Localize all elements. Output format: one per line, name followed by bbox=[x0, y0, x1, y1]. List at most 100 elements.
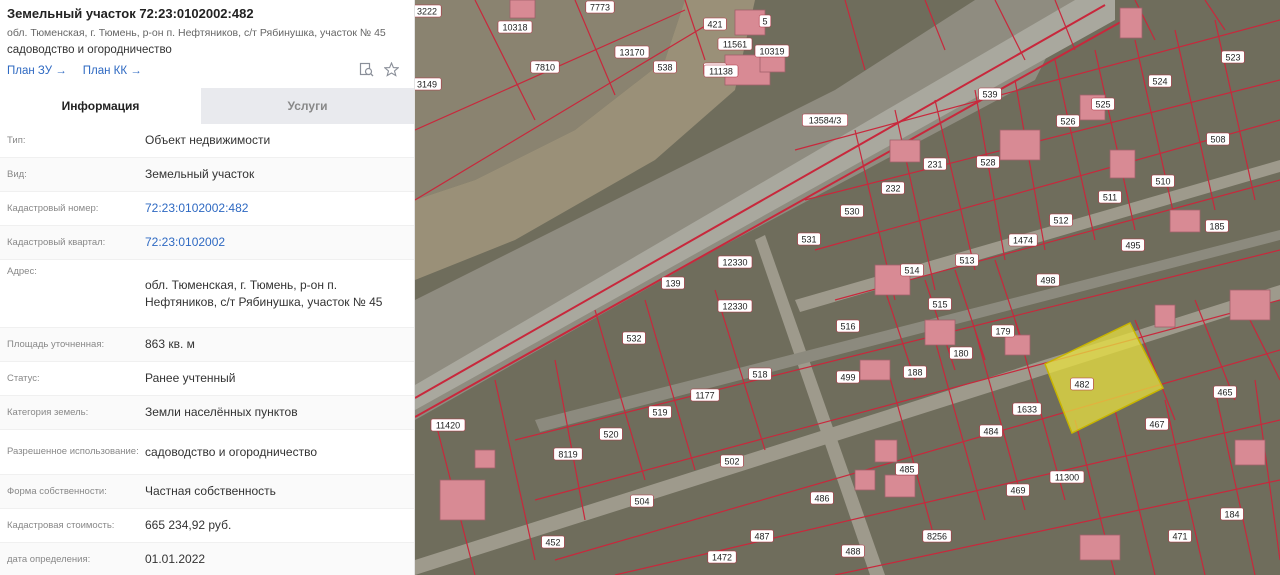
search-document-icon[interactable] bbox=[359, 62, 374, 80]
parcel-label[interactable]: 3222 bbox=[415, 4, 442, 18]
parcel-label-text: 7773 bbox=[590, 3, 610, 13]
tabs: Информация Услуги bbox=[0, 88, 414, 124]
parcel-label[interactable]: 3149 bbox=[415, 77, 442, 91]
parcel-label[interactable]: 510 bbox=[1151, 174, 1175, 188]
parcel-label[interactable]: 531 bbox=[797, 232, 821, 246]
table-row: Вид: Земельный участок bbox=[0, 158, 414, 192]
parcel-label[interactable]: 7773 bbox=[585, 0, 615, 14]
row-label: Статус: bbox=[7, 372, 40, 384]
parcel-label[interactable]: 231 bbox=[923, 157, 947, 171]
parcel-label[interactable]: 185 bbox=[1205, 219, 1229, 233]
tab-services[interactable]: Услуги bbox=[201, 88, 414, 124]
parcel-label-text: 488 bbox=[845, 547, 860, 557]
parcel-label[interactable]: 8256 bbox=[922, 529, 952, 543]
parcel-label-text: 1472 bbox=[712, 553, 732, 563]
parcel-label[interactable]: 519 bbox=[648, 405, 672, 419]
parcel-label[interactable]: 524 bbox=[1148, 74, 1172, 88]
parcel-label-text: 13584/3 bbox=[809, 116, 842, 126]
parcel-label[interactable]: 499 bbox=[836, 370, 860, 384]
parcel-label[interactable]: 539 bbox=[978, 87, 1002, 101]
parcel-label-text: 3149 bbox=[417, 80, 437, 90]
plan-zu-link[interactable]: План ЗУ → bbox=[7, 65, 67, 77]
parcel-label[interactable]: 495 bbox=[1121, 238, 1145, 252]
parcel-label[interactable]: 10318 bbox=[497, 20, 533, 34]
parcel-label-text: 7810 bbox=[535, 63, 555, 73]
parcel-label[interactable]: 8119 bbox=[553, 447, 583, 461]
parcel-label[interactable]: 1633 bbox=[1012, 402, 1042, 416]
tab-info[interactable]: Информация bbox=[0, 88, 201, 124]
parcel-label[interactable]: 530 bbox=[840, 204, 864, 218]
parcel-label[interactable]: 180 bbox=[949, 346, 973, 360]
parcel-label[interactable]: 184 bbox=[1220, 507, 1244, 521]
parcel-label[interactable]: 11300 bbox=[1049, 470, 1085, 484]
parcel-label[interactable]: 487 bbox=[750, 529, 774, 543]
panel-header: Земельный участок 72:23:0102002:482 обл.… bbox=[0, 0, 414, 88]
parcel-label[interactable]: 520 bbox=[599, 427, 623, 441]
table-row: Разрешенное использование: садоводство и… bbox=[0, 430, 414, 475]
parcel-label[interactable]: 13584/3 bbox=[802, 113, 848, 127]
house-roof bbox=[1004, 334, 1031, 356]
parcel-label[interactable]: 179 bbox=[991, 324, 1015, 338]
parcel-label[interactable]: 469 bbox=[1006, 483, 1030, 497]
parcel-label[interactable]: 488 bbox=[841, 544, 865, 558]
parcel-label[interactable]: 502 bbox=[720, 454, 744, 468]
parcel-label[interactable]: 471 bbox=[1168, 529, 1192, 543]
parcel-label-text: 184 bbox=[1224, 510, 1239, 520]
parcel-label[interactable]: 513 bbox=[955, 253, 979, 267]
parcel-label[interactable]: 523 bbox=[1221, 50, 1245, 64]
parcel-label[interactable]: 12330 bbox=[717, 255, 753, 269]
parcel-label[interactable]: 498 bbox=[1036, 273, 1060, 287]
parcel-label[interactable]: 232 bbox=[881, 181, 905, 195]
parcel-label[interactable]: 139 bbox=[661, 276, 685, 290]
parcel-label[interactable]: 5 bbox=[758, 14, 772, 28]
parcel-label[interactable]: 482 bbox=[1070, 377, 1094, 391]
parcel-label[interactable]: 485 bbox=[895, 462, 919, 476]
parcel-label[interactable]: 508 bbox=[1206, 132, 1230, 146]
parcel-label[interactable]: 511 bbox=[1098, 190, 1122, 204]
parcel-label[interactable]: 188 bbox=[903, 365, 927, 379]
parcel-label[interactable]: 1474 bbox=[1008, 233, 1038, 247]
map-canvas[interactable]: 3222103187773421511561131701031953852278… bbox=[415, 0, 1280, 575]
parcel-label-text: 495 bbox=[1125, 241, 1140, 251]
parcel-label-text: 179 bbox=[995, 327, 1010, 337]
parcel-label[interactable]: 13170 bbox=[614, 45, 650, 59]
parcel-label[interactable]: 465 bbox=[1213, 385, 1237, 399]
parcel-label[interactable]: 526 bbox=[1056, 114, 1080, 128]
parcel-label[interactable]: 11138 bbox=[703, 64, 739, 78]
star-icon[interactable] bbox=[383, 61, 400, 80]
cadastral-quarter-link[interactable]: 72:23:0102002 bbox=[145, 234, 414, 251]
parcel-label[interactable]: 467 bbox=[1145, 417, 1169, 431]
plan-kk-link[interactable]: План КК → bbox=[83, 65, 142, 77]
parcel-label[interactable]: 12330 bbox=[717, 299, 753, 313]
parcel-label[interactable]: 421 bbox=[703, 17, 727, 31]
table-row: Кадастровый номер: 72:23:0102002:482 bbox=[0, 192, 414, 226]
cadastral-number-link[interactable]: 72:23:0102002:482 bbox=[145, 200, 414, 217]
house-roof bbox=[1079, 534, 1121, 561]
house-roof bbox=[924, 319, 956, 346]
parcel-label[interactable]: 525 bbox=[1091, 97, 1115, 111]
parcel-label[interactable]: 512 bbox=[1049, 213, 1073, 227]
parcel-label[interactable]: 484 bbox=[979, 424, 1003, 438]
parcel-label[interactable]: 538 bbox=[653, 60, 677, 74]
parcel-label-text: 8119 bbox=[558, 450, 577, 460]
parcel-label[interactable]: 1177 bbox=[690, 388, 720, 402]
parcel-label[interactable]: 11561 bbox=[717, 37, 753, 51]
parcel-label[interactable]: 452 bbox=[541, 535, 565, 549]
parcel-label[interactable]: 504 bbox=[630, 494, 654, 508]
parcel-label-text: 231 bbox=[927, 160, 942, 170]
parcel-label[interactable]: 514 bbox=[900, 263, 924, 277]
parcel-label[interactable]: 518 bbox=[748, 367, 772, 381]
parcel-label-text: 467 bbox=[1149, 420, 1164, 430]
page-title: Земельный участок 72:23:0102002:482 bbox=[7, 6, 254, 21]
parcel-label[interactable]: 486 bbox=[810, 491, 834, 505]
parcel-label[interactable]: 532 bbox=[622, 331, 646, 345]
parcel-label[interactable]: 528 bbox=[976, 155, 1000, 169]
parcel-label[interactable]: 515 bbox=[928, 297, 952, 311]
parcel-label[interactable]: 1472 bbox=[707, 550, 737, 564]
cadastral-map[interactable]: 3222103187773421511561131701031953852278… bbox=[415, 0, 1280, 575]
parcel-label[interactable]: 11420 bbox=[430, 418, 466, 432]
parcel-label[interactable]: 516 bbox=[836, 319, 860, 333]
parcel-label-text: 1177 bbox=[695, 391, 714, 401]
parcel-label[interactable]: 10319 bbox=[754, 44, 790, 58]
parcel-label[interactable]: 7810 bbox=[530, 60, 560, 74]
